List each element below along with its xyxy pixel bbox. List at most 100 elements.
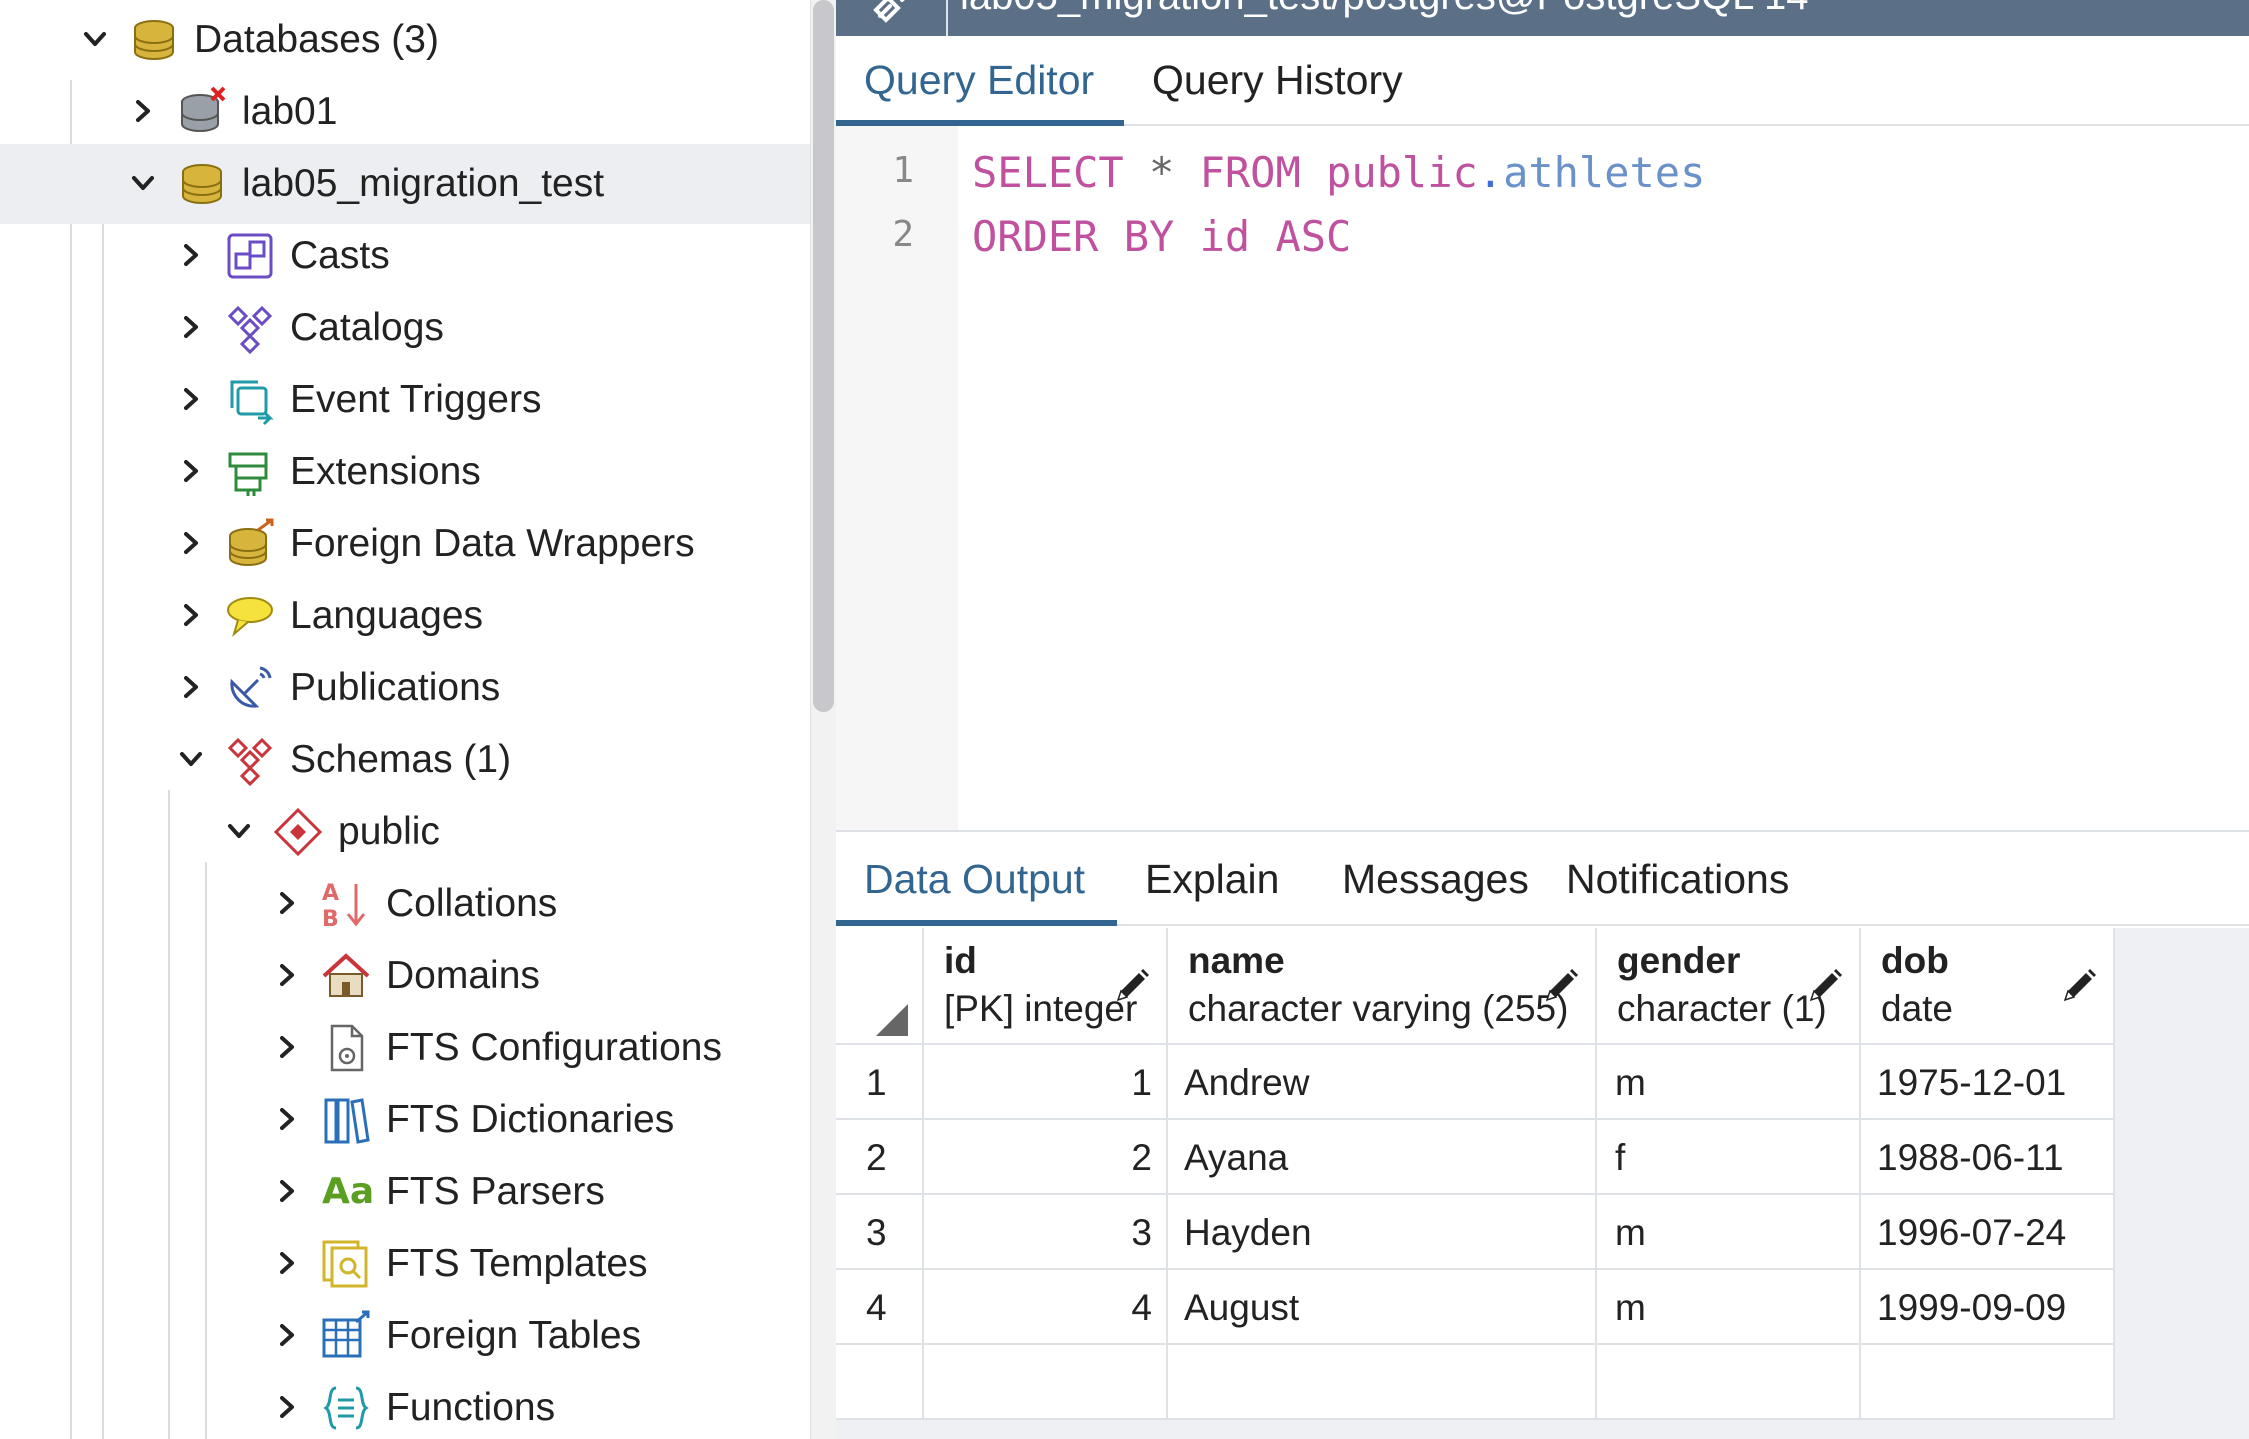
- table-cell[interactable]: August: [1168, 1270, 1597, 1345]
- pencil-icon[interactable]: [1112, 966, 1152, 1006]
- table-cell[interactable]: 1999-09-09: [1861, 1270, 2115, 1345]
- tree-node-catalogs[interactable]: Catalogs: [0, 288, 810, 368]
- chevron-right-icon[interactable]: [272, 1032, 302, 1062]
- chevron-right-icon[interactable]: [176, 384, 206, 414]
- pencil-icon[interactable]: [1541, 966, 1581, 1006]
- chevron-right-icon[interactable]: [128, 96, 158, 126]
- chevron-right-icon[interactable]: [176, 312, 206, 342]
- chevron-right-icon[interactable]: [272, 1176, 302, 1206]
- chevron-right-icon[interactable]: [176, 240, 206, 270]
- svg-text:A: A: [322, 881, 339, 906]
- column-header-gender[interactable]: gender character (1): [1597, 928, 1861, 1045]
- tree-node-lab05-migration-test[interactable]: lab05_migration_test: [0, 144, 810, 224]
- column-header-dob[interactable]: dob date: [1861, 928, 2115, 1045]
- table-cell[interactable]: Andrew: [1168, 1045, 1597, 1120]
- table-cell[interactable]: 1: [924, 1045, 1168, 1120]
- tree-node-fts-templates[interactable]: FTS Templates: [0, 1224, 810, 1304]
- tree-scrollbar[interactable]: [810, 0, 836, 1439]
- row-number-cell[interactable]: [836, 1345, 924, 1420]
- chevron-down-icon[interactable]: [176, 744, 206, 774]
- table-cell[interactable]: m: [1597, 1270, 1861, 1345]
- sql-dot: .: [1477, 148, 1504, 197]
- row-number-cell[interactable]: 3: [836, 1195, 924, 1270]
- chevron-right-icon[interactable]: [176, 528, 206, 558]
- table-cell[interactable]: [1861, 1345, 2115, 1420]
- pencil-icon[interactable]: [1805, 966, 1845, 1006]
- connection-bar-separator: [946, 0, 948, 36]
- functions-icon: [320, 1382, 372, 1434]
- grid-corner-cell[interactable]: [836, 928, 924, 1045]
- tab-data-output[interactable]: Data Output: [836, 834, 1117, 926]
- chevron-right-icon[interactable]: [272, 1320, 302, 1350]
- table-cell[interactable]: 3: [924, 1195, 1168, 1270]
- table-cell[interactable]: 4: [924, 1270, 1168, 1345]
- tree-node-fts-configurations[interactable]: FTS Configurations: [0, 1008, 810, 1088]
- column-header-name[interactable]: name character varying (255): [1168, 928, 1597, 1045]
- tree-node-label: lab05_migration_test: [242, 162, 605, 205]
- code-line-2[interactable]: ORDER BY id ASC: [972, 212, 1351, 261]
- sql-editor[interactable]: 1 2 SELECT * FROM public.athletes ORDER …: [836, 126, 2249, 832]
- tree-node-functions[interactable]: Functions: [0, 1368, 810, 1439]
- chevron-down-icon[interactable]: [80, 24, 110, 54]
- tab-explain[interactable]: Explain: [1117, 834, 1293, 924]
- tree-node-label: Casts: [290, 234, 390, 277]
- tree-node-casts[interactable]: Casts: [0, 216, 810, 296]
- tab-messages[interactable]: Messages: [1314, 834, 1536, 924]
- chevron-right-icon[interactable]: [176, 456, 206, 486]
- tree-node-foreign-data-wrappers[interactable]: Foreign Data Wrappers: [0, 504, 810, 584]
- connection-bar[interactable]: lab05_migration_test/postgres@PostgreSQL…: [836, 0, 2249, 36]
- table-cell[interactable]: f: [1597, 1120, 1861, 1195]
- tab-query-history[interactable]: Query History: [1124, 36, 1444, 124]
- chevron-right-icon[interactable]: [272, 1104, 302, 1134]
- tree-node-extensions[interactable]: Extensions: [0, 432, 810, 512]
- tree-node-collations[interactable]: AB Collations: [0, 864, 810, 944]
- chevron-right-icon[interactable]: [272, 888, 302, 918]
- code-line-1[interactable]: SELECT * FROM public.athletes: [972, 148, 1705, 197]
- chevron-right-icon[interactable]: [272, 1248, 302, 1278]
- tree-node-fts-dictionaries[interactable]: FTS Dictionaries: [0, 1080, 810, 1160]
- row-number-cell[interactable]: 2: [836, 1120, 924, 1195]
- databases-icon: [128, 14, 180, 66]
- chevron-down-icon[interactable]: [128, 168, 158, 198]
- database-disconnected-icon: [176, 86, 228, 138]
- table-cell[interactable]: 1996-07-24: [1861, 1195, 2115, 1270]
- pencil-icon[interactable]: [2059, 966, 2099, 1006]
- line-number-gutter: 1 2: [836, 126, 958, 830]
- table-cell[interactable]: Ayana: [1168, 1120, 1597, 1195]
- tree-node-label: FTS Configurations: [386, 1026, 722, 1069]
- row-number-cell[interactable]: 1: [836, 1045, 924, 1120]
- row-number-cell[interactable]: 4: [836, 1270, 924, 1345]
- tree-node-event-triggers[interactable]: Event Triggers: [0, 360, 810, 440]
- tree-node-label: Domains: [386, 954, 540, 997]
- chevron-down-icon[interactable]: [224, 816, 254, 846]
- chevron-right-icon[interactable]: [272, 960, 302, 990]
- column-header-id[interactable]: id [PK] integer: [924, 928, 1168, 1045]
- table-cell[interactable]: Hayden: [1168, 1195, 1597, 1270]
- connection-title[interactable]: lab05_migration_test/postgres@PostgreSQL…: [960, 0, 1809, 19]
- plug-icon[interactable]: [866, 0, 916, 30]
- table-cell[interactable]: m: [1597, 1045, 1861, 1120]
- tree-node-schemas[interactable]: Schemas (1): [0, 720, 810, 800]
- table-cell[interactable]: 2: [924, 1120, 1168, 1195]
- table-cell[interactable]: 1988-06-11: [1861, 1120, 2115, 1195]
- table-cell[interactable]: [1168, 1345, 1597, 1420]
- tree-node-domains[interactable]: Domains: [0, 936, 810, 1016]
- chevron-right-icon[interactable]: [176, 672, 206, 702]
- tree-node-publications[interactable]: Publications: [0, 648, 810, 728]
- tree-node-databases[interactable]: Databases (3): [0, 0, 810, 80]
- table-cell[interactable]: [1597, 1345, 1861, 1420]
- tree-node-fts-parsers[interactable]: Aa FTS Parsers: [0, 1152, 810, 1232]
- tree-node-public[interactable]: public: [0, 792, 810, 872]
- table-cell[interactable]: m: [1597, 1195, 1861, 1270]
- table-cell[interactable]: 1975-12-01: [1861, 1045, 2115, 1120]
- table-cell[interactable]: [924, 1345, 1168, 1420]
- select-all-icon[interactable]: [876, 1004, 908, 1036]
- tree-node-languages[interactable]: Languages: [0, 576, 810, 656]
- tree-node-foreign-tables[interactable]: Foreign Tables: [0, 1296, 810, 1376]
- tree-scrollbar-thumb[interactable]: [813, 0, 834, 712]
- tab-notifications[interactable]: Notifications: [1538, 834, 1838, 924]
- chevron-right-icon[interactable]: [176, 600, 206, 630]
- tab-query-editor[interactable]: Query Editor: [836, 36, 1124, 126]
- chevron-right-icon[interactable]: [272, 1392, 302, 1422]
- tree-node-lab01[interactable]: lab01: [0, 72, 810, 152]
